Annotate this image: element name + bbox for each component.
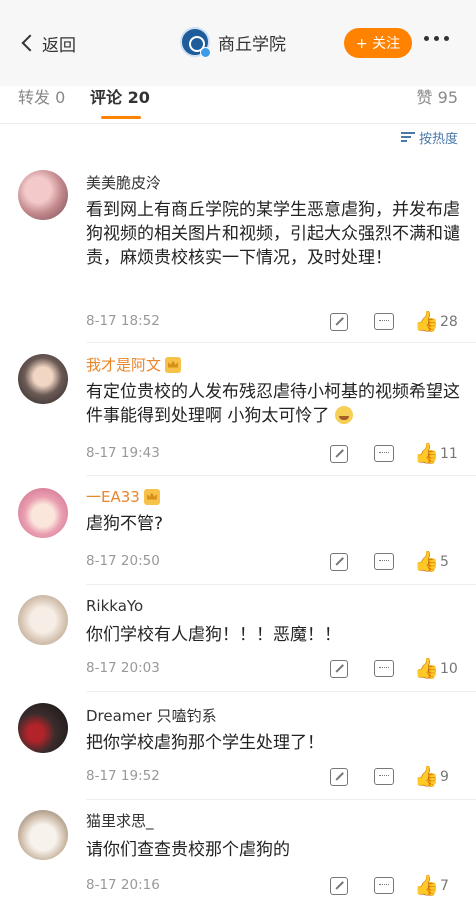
avatar[interactable]: [18, 595, 68, 645]
top-bar: 返回 商丘学院 + 关注: [0, 0, 476, 86]
comment-date: 8-17 20:03: [86, 660, 160, 676]
divider: [86, 584, 476, 585]
comment-author[interactable]: Dreamer 只嗑钓系: [86, 705, 217, 726]
back-label: 返回: [42, 35, 76, 56]
reply-icon[interactable]: [374, 313, 394, 330]
comment-text: 有定位贵校的人发布残忍虐待小柯基的视频希望这件事能得到处理啊 小狗太可怜了: [86, 382, 460, 426]
comment-actions: 👍 11: [330, 443, 460, 464]
comment-date: 8-17 19:43: [86, 445, 160, 461]
like-count: 7: [440, 878, 449, 894]
vip-crown-icon: [143, 488, 160, 505]
like-count: 11: [440, 446, 458, 462]
avatar[interactable]: [18, 703, 68, 753]
comment-author[interactable]: 我才是阿文: [86, 354, 182, 375]
avatar[interactable]: [18, 810, 68, 860]
comment-author[interactable]: 猫里求思_: [86, 810, 154, 831]
share-icon[interactable]: [330, 660, 348, 678]
comment-date: 8-17 18:52: [86, 313, 160, 329]
sort-label: 按热度: [418, 131, 458, 147]
vip-crown-icon: [165, 356, 182, 373]
share-icon[interactable]: [330, 313, 348, 331]
comment-actions: 👍 10: [330, 658, 460, 679]
like-icon[interactable]: 👍: [414, 551, 439, 571]
comment-author[interactable]: 一EA33: [86, 486, 160, 507]
comment-text: 看到网上有商丘学院的某学生恶意虐狗，并发布虐狗视频的相关图片和视频，引起大众强烈…: [86, 200, 460, 268]
account-title[interactable]: 商丘学院: [180, 27, 286, 58]
share-icon[interactable]: [330, 553, 348, 571]
verified-badge-icon: [200, 47, 211, 58]
divider: [86, 342, 476, 343]
tab-likes[interactable]: 赞 95: [417, 86, 458, 110]
like-icon[interactable]: 👍: [414, 875, 439, 895]
share-icon[interactable]: [330, 768, 348, 786]
comment-text: 请你们查查贵校那个虐狗的: [86, 840, 290, 860]
account-avatar: [180, 27, 211, 58]
chevron-left-icon: [21, 34, 39, 52]
avatar[interactable]: [18, 354, 68, 404]
comment-author[interactable]: 美美脆皮泠: [86, 172, 161, 193]
reply-icon[interactable]: [374, 553, 394, 570]
like-count: 5: [440, 554, 449, 570]
like-icon[interactable]: 👍: [414, 658, 439, 678]
like-count: 10: [440, 661, 458, 677]
back-button[interactable]: 返回: [18, 28, 76, 58]
comment-date: 8-17 20:50: [86, 553, 160, 569]
divider: [86, 799, 476, 800]
comment-date: 8-17 20:16: [86, 877, 160, 893]
comment-actions: 👍 9: [330, 766, 460, 787]
sort-icon: [400, 131, 415, 143]
like-count: 9: [440, 769, 449, 785]
divider: [86, 475, 476, 476]
tab-bar: 转发 0 评论 20 赞 95: [0, 86, 476, 124]
like-icon[interactable]: 👍: [414, 766, 439, 786]
sort-toggle[interactable]: 按热度: [400, 124, 458, 150]
comment-text: 你们学校有人虐狗！！！恶魔！！: [86, 625, 341, 645]
crying-emoji-icon: [334, 406, 353, 424]
like-count: 28: [440, 314, 458, 330]
follow-button[interactable]: + 关注: [344, 28, 412, 58]
comment-actions: 👍 5: [330, 551, 460, 572]
comment-date: 8-17 19:52: [86, 768, 160, 784]
share-icon[interactable]: [330, 877, 348, 895]
comment-text: 虐狗不管?: [86, 514, 164, 534]
active-tab-indicator: [101, 116, 141, 119]
tab-comments[interactable]: 评论 20: [90, 86, 150, 110]
like-icon[interactable]: 👍: [414, 311, 439, 331]
tab-repost[interactable]: 转发 0: [18, 86, 65, 110]
reply-icon[interactable]: [374, 660, 394, 677]
comment-text: 把你学校虐狗那个学生处理了！: [86, 733, 324, 753]
like-icon[interactable]: 👍: [414, 443, 439, 463]
avatar[interactable]: [18, 170, 68, 220]
reply-icon[interactable]: [374, 877, 394, 894]
share-icon[interactable]: [330, 445, 348, 463]
avatar[interactable]: [18, 488, 68, 538]
divider: [86, 691, 476, 692]
more-options-icon[interactable]: [424, 36, 449, 41]
comment-actions: 👍 7: [330, 875, 460, 896]
reply-icon[interactable]: [374, 768, 394, 785]
reply-icon[interactable]: [374, 445, 394, 462]
comment-author[interactable]: RikkaYo: [86, 597, 143, 615]
account-name: 商丘学院: [218, 34, 286, 55]
comment-actions: 👍 28: [330, 311, 460, 332]
